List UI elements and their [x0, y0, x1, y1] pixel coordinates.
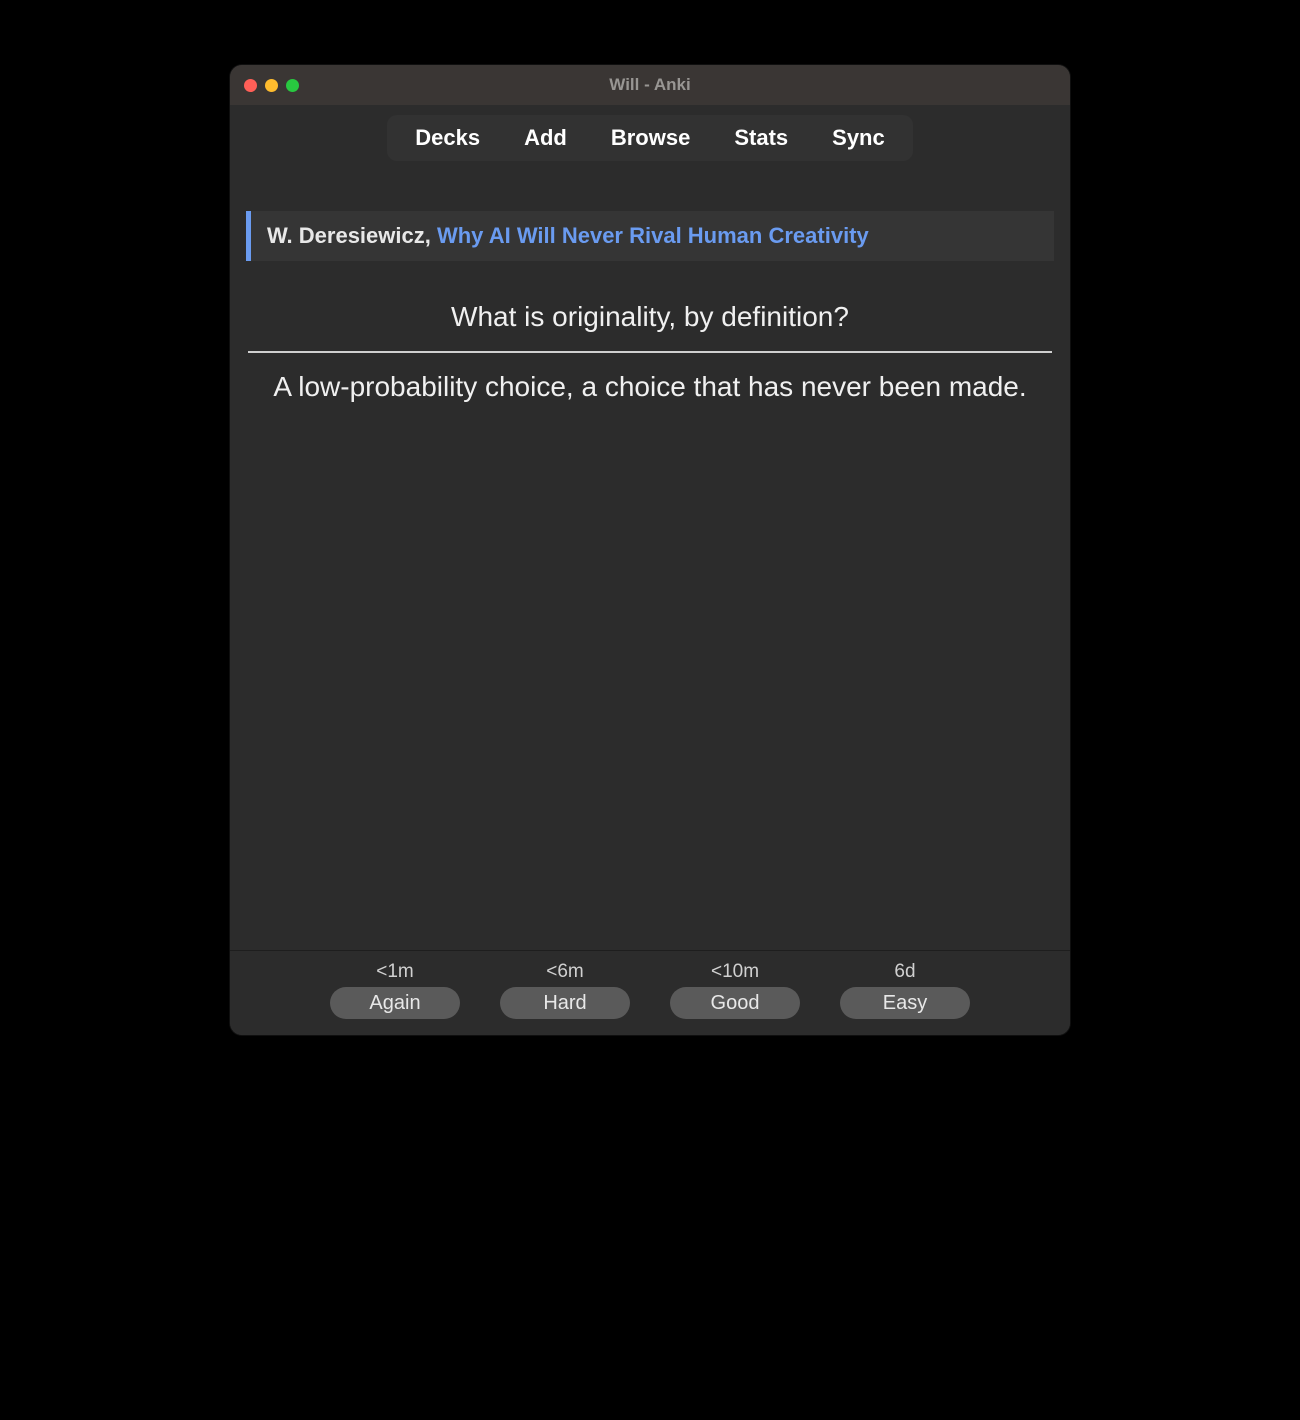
main-toolbar: Decks Add Browse Stats Sync: [230, 105, 1070, 173]
answer-bar: <1m Again <6m Hard <10m Good 6d Easy: [230, 950, 1070, 1035]
maximize-icon[interactable]: [286, 79, 299, 92]
card-question: What is originality, by definition?: [248, 301, 1052, 351]
add-button[interactable]: Add: [502, 119, 589, 157]
ease-again-time: <1m: [376, 961, 414, 983]
app-window: Will - Anki Decks Add Browse Stats Sync …: [230, 65, 1070, 1035]
easy-button[interactable]: Easy: [840, 987, 970, 1019]
hard-button[interactable]: Hard: [500, 987, 630, 1019]
ease-easy-time: 6d: [894, 961, 915, 983]
browse-button[interactable]: Browse: [589, 119, 712, 157]
decks-button[interactable]: Decks: [393, 119, 502, 157]
traffic-lights: [244, 79, 299, 92]
question-area: What is originality, by definition? A lo…: [238, 301, 1062, 403]
ease-good: <10m Good: [670, 961, 800, 1019]
card-content: W. Deresiewicz, Why AI Will Never Rival …: [230, 173, 1070, 950]
ease-good-time: <10m: [711, 961, 759, 983]
source-bar: W. Deresiewicz, Why AI Will Never Rival …: [246, 211, 1054, 261]
source-author: W. Deresiewicz,: [267, 223, 437, 248]
again-button[interactable]: Again: [330, 987, 460, 1019]
minimize-icon[interactable]: [265, 79, 278, 92]
titlebar: Will - Anki: [230, 65, 1070, 105]
ease-again: <1m Again: [330, 961, 460, 1019]
toolbar-inner: Decks Add Browse Stats Sync: [387, 115, 912, 161]
card-answer: A low-probability choice, a choice that …: [248, 371, 1052, 403]
good-button[interactable]: Good: [670, 987, 800, 1019]
close-icon[interactable]: [244, 79, 257, 92]
window-title: Will - Anki: [230, 75, 1070, 95]
ease-hard: <6m Hard: [500, 961, 630, 1019]
source-link[interactable]: Why AI Will Never Rival Human Creativity: [437, 223, 869, 248]
qa-divider: [248, 351, 1052, 353]
stats-button[interactable]: Stats: [712, 119, 810, 157]
ease-easy: 6d Easy: [840, 961, 970, 1019]
ease-hard-time: <6m: [546, 961, 584, 983]
sync-button[interactable]: Sync: [810, 119, 907, 157]
